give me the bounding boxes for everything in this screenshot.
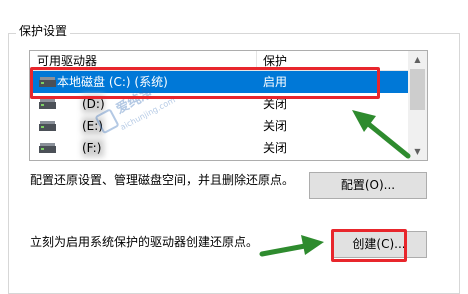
create-button[interactable]: 创建(C)... <box>331 231 427 258</box>
drive-name: (E:) <box>82 119 103 133</box>
scroll-down-icon[interactable]: ▼ <box>408 143 427 160</box>
scroll-thumb[interactable] <box>410 69 425 110</box>
drive-row-e[interactable]: (E:) 关闭 <box>30 115 408 137</box>
drive-list[interactable]: 可用驱动器 保护 本地磁盘 (C:) (系统) 启用 (D:) 关闭 (E:) … <box>29 50 428 161</box>
column-divider[interactable] <box>256 51 257 70</box>
protection-status: 关闭 <box>263 141 288 155</box>
column-header-drive[interactable]: 可用驱动器 <box>37 53 97 69</box>
column-header-protection[interactable]: 保护 <box>263 53 287 69</box>
drive-row-c[interactable]: 本地磁盘 (C:) (系统) 启用 <box>30 71 408 93</box>
protection-status: 关闭 <box>263 97 288 111</box>
create-description: 立刻为启用系统保护的驱动器创建还原点。 <box>30 235 259 249</box>
drive-name: (D:) <box>82 97 105 111</box>
configure-button[interactable]: 配置(O)... <box>309 172 427 199</box>
list-scrollbar[interactable]: ▲ ▼ <box>408 51 427 160</box>
section-title: 保护设置 <box>16 23 71 39</box>
configure-description: 配置还原设置、管理磁盘空间，并且删除还原点。 <box>30 173 295 187</box>
protection-status: 启用 <box>263 75 288 89</box>
drive-icon <box>39 142 56 153</box>
drive-name: 本地磁盘 (C:) (系统) <box>57 75 168 89</box>
drive-icon <box>39 76 56 87</box>
scroll-up-icon[interactable]: ▲ <box>408 51 427 68</box>
protection-status: 关闭 <box>263 119 288 133</box>
drive-icon <box>39 120 56 131</box>
drive-row-f[interactable]: (F:) 关闭 <box>30 137 408 159</box>
drive-row-d[interactable]: (D:) 关闭 <box>30 93 408 115</box>
drive-name: (F:) <box>82 141 102 155</box>
list-header: 可用驱动器 保护 <box>30 51 408 71</box>
drive-icon <box>39 98 56 109</box>
